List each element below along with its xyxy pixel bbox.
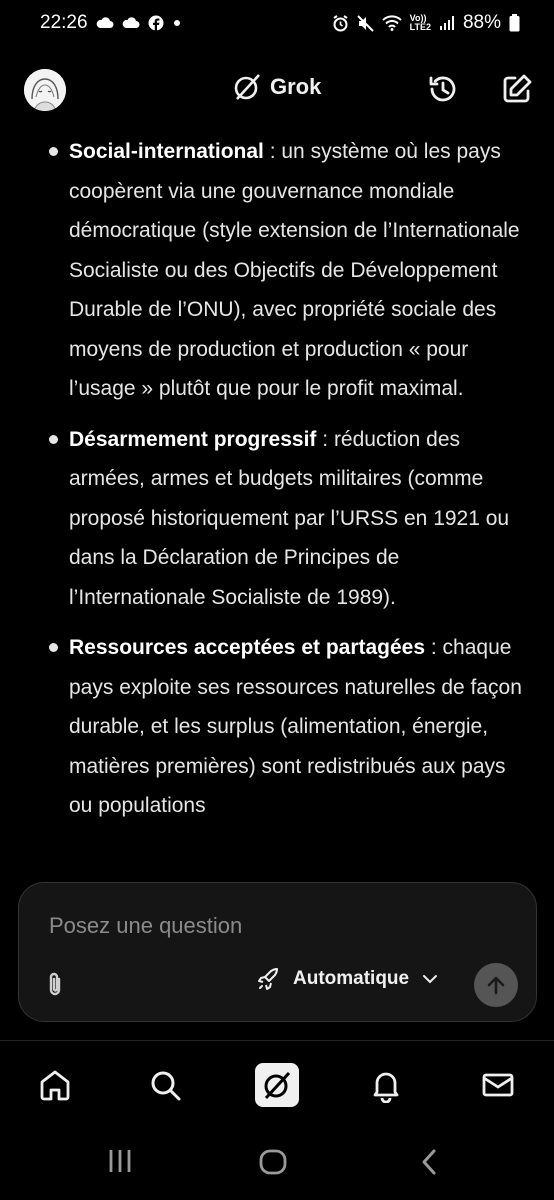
list-item: Ressources acceptées et partagées : chaq…	[0, 628, 554, 826]
nav-search[interactable]	[145, 1065, 185, 1105]
mode-selector[interactable]: Automatique	[257, 967, 439, 991]
brand: Grok	[232, 72, 321, 102]
history-icon	[426, 72, 460, 106]
network-type: Vo)) LTE2	[409, 13, 431, 32]
home-button-icon	[258, 1148, 288, 1176]
cloud-icon	[122, 17, 140, 29]
bullet-text: : réduction des armées, armes et budgets…	[69, 427, 510, 609]
nav-grok[interactable]	[255, 1063, 299, 1107]
mode-label: Automatique	[293, 968, 410, 989]
nav-notifications[interactable]	[366, 1065, 406, 1105]
cloud-icon	[96, 17, 114, 29]
mute-icon	[356, 14, 374, 32]
page-title: Grok	[270, 74, 322, 99]
back-button[interactable]	[418, 1148, 442, 1176]
battery-percent: 88%	[462, 12, 501, 33]
signal-icon	[439, 15, 455, 31]
status-time: 22:26	[40, 12, 88, 33]
search-icon	[147, 1067, 183, 1103]
recents-icon	[107, 1148, 133, 1174]
wifi-icon	[381, 15, 402, 31]
avatar[interactable]	[24, 69, 66, 111]
paperclip-icon	[43, 971, 67, 999]
bullet-term: Ressources acceptées et partagées	[69, 636, 426, 659]
chevron-down-icon	[421, 973, 439, 985]
list-item: Social-international : un système où les…	[0, 132, 554, 409]
bullet-dot	[49, 434, 58, 444]
send-button[interactable]	[474, 963, 518, 1007]
arrow-up-icon	[485, 974, 507, 996]
bullet-text: : un système où les pays coopèrent via u…	[69, 140, 520, 400]
alarm-icon	[332, 14, 349, 32]
bullet-term: Social-international	[69, 140, 264, 163]
new-chat-icon	[500, 72, 534, 106]
bullet-text: : chaque pays exploite ses ressources na…	[69, 636, 522, 817]
recents-button[interactable]	[107, 1148, 133, 1174]
bullet-term: Désarmement progressif	[69, 427, 317, 451]
nav-home[interactable]	[35, 1065, 75, 1105]
bullet-list: Social-international : un système où les…	[0, 132, 554, 826]
battery-icon	[509, 14, 520, 32]
attach-button[interactable]	[43, 971, 67, 1004]
messages-icon	[480, 1067, 516, 1103]
list-item: Désarmement progressif : réduction des a…	[0, 420, 554, 618]
system-nav	[0, 1130, 554, 1200]
nav-messages[interactable]	[478, 1065, 518, 1105]
rocket-icon	[257, 967, 281, 991]
notifications-icon	[368, 1067, 404, 1103]
bottom-nav	[0, 1040, 554, 1131]
message-content: Social-international : un système où les…	[0, 132, 554, 877]
dot-icon	[172, 18, 182, 28]
grok-logo-icon	[232, 72, 262, 102]
back-icon	[418, 1148, 442, 1176]
grok-icon	[261, 1069, 293, 1101]
question-input[interactable]: Posez une question	[49, 913, 242, 939]
bullet-dot	[49, 147, 58, 156]
facebook-icon	[148, 15, 164, 31]
bullet-dot	[49, 643, 58, 652]
history-button[interactable]	[424, 70, 462, 108]
app-header: Grok	[0, 58, 554, 120]
composer: Posez une question Automatique	[18, 882, 537, 1022]
home-button[interactable]	[258, 1148, 288, 1176]
new-chat-button[interactable]	[498, 70, 536, 108]
home-icon	[37, 1067, 73, 1103]
status-bar: 22:26 Vo)) LTE2 88%	[0, 0, 554, 46]
